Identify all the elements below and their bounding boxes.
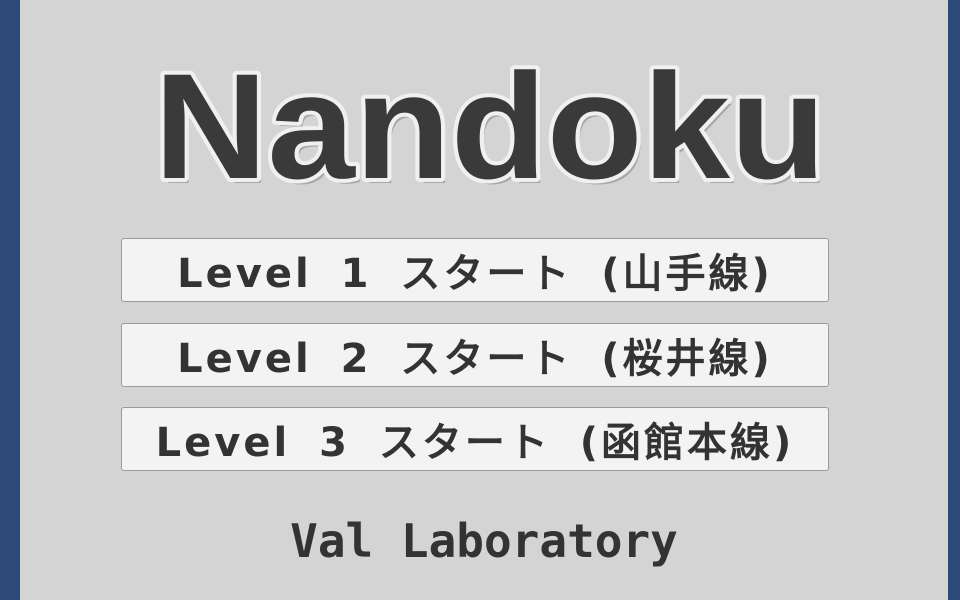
level-3-label: Level 3 スタート (函館本線) (155, 420, 795, 466)
level-1-label: Level 1 スタート (山手線) (177, 251, 773, 297)
developer-credit: Val Laboratory (290, 514, 678, 568)
logo-text: Nandoku (154, 48, 826, 198)
level-1-start-button[interactable]: Level 1 スタート (山手線) (121, 238, 829, 302)
level-2-start-button[interactable]: Level 2 スタート (桜井線) (121, 323, 829, 387)
title-screen: Nandoku Nandoku Nandoku Level 1 スタート (山手… (20, 0, 948, 600)
level-2-label: Level 2 スタート (桜井線) (177, 336, 773, 382)
level-3-start-button[interactable]: Level 3 スタート (函館本線) (121, 407, 829, 471)
game-logo: Nandoku Nandoku Nandoku (150, 48, 830, 198)
